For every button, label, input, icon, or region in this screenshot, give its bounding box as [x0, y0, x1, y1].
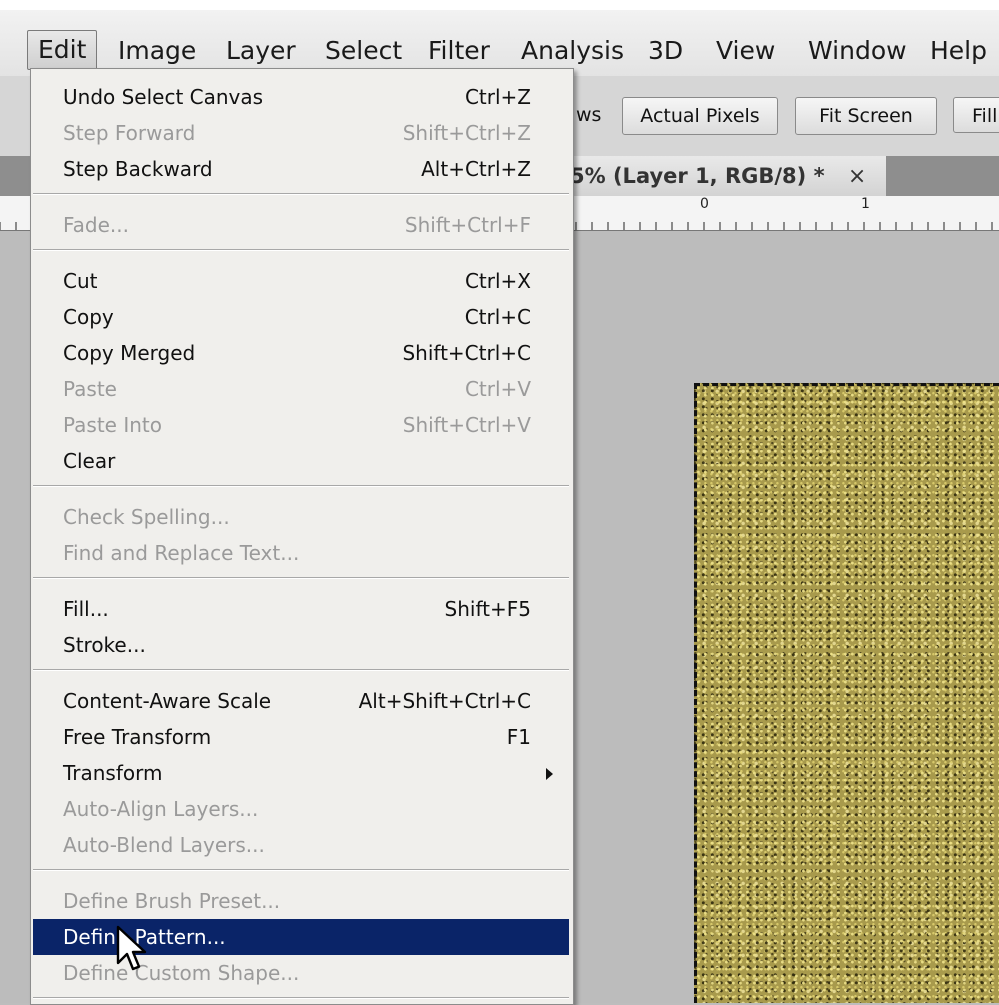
menu-filter[interactable]: Filter — [428, 36, 490, 66]
ruler-label-1: 1 — [861, 196, 870, 212]
menu-edit[interactable]: Edit — [27, 30, 98, 70]
menu-layer[interactable]: Layer — [226, 36, 296, 66]
menu-item-copy[interactable]: Copy Ctrl+C — [31, 299, 571, 335]
menu-item-free-transform[interactable]: Free Transform F1 — [31, 719, 571, 755]
menu-separator — [33, 577, 569, 579]
menu-item-auto-align-layers: Auto-Align Layers... — [63, 797, 259, 821]
menu-3d[interactable]: 3D — [648, 36, 683, 66]
menu-separator — [33, 193, 569, 195]
menu-view[interactable]: View — [716, 36, 775, 66]
menu-item-step-forward: Step Forward Shift+Ctrl+Z — [63, 121, 531, 145]
menu-item-auto-blend-layers: Auto-Blend Layers... — [63, 833, 265, 857]
mouse-pointer-icon — [116, 925, 147, 971]
menu-image[interactable]: Image — [118, 36, 196, 66]
menu-item-fill[interactable]: Fill... Shift+F5 — [31, 591, 571, 627]
fill-screen-button[interactable]: Fill — [953, 97, 999, 133]
gold-texture-selection[interactable] — [694, 383, 999, 1003]
menu-item-find-replace-text: Find and Replace Text... — [63, 541, 300, 565]
edit-menu-dropdown: Undo Select Canvas Ctrl+Z Step Forward Shi… — [30, 68, 574, 1005]
document-tab-title: 5% (Layer 1, RGB/8) * — [570, 164, 825, 188]
menu-item-paste-into: Paste Into Shift+Ctrl+V — [63, 413, 531, 437]
actual-pixels-button[interactable]: Actual Pixels — [622, 97, 778, 135]
menu-item-check-spelling: Check Spelling... — [63, 505, 230, 529]
menu-item-fade: Fade... Shift+Ctrl+F — [63, 213, 531, 237]
menu-item-cut[interactable]: Cut Ctrl+X — [31, 263, 571, 299]
menu-item-transform[interactable]: Transform — [31, 755, 571, 791]
menu-analysis[interactable]: Analysis — [521, 36, 624, 66]
ruler-label-0: 0 — [700, 196, 709, 212]
menu-bar: Edit Image Layer Select Filter Analysis … — [0, 0, 999, 76]
menu-separator — [33, 249, 569, 251]
menu-item-clear[interactable]: Clear — [31, 443, 571, 479]
menu-item-undo-select-canvas[interactable]: Undo Select Canvas Ctrl+Z — [31, 79, 571, 115]
menu-item-content-aware-scale[interactable]: Content-Aware Scale Alt+Shift+Ctrl+C — [31, 683, 571, 719]
menu-item-paste: Paste Ctrl+V — [63, 377, 531, 401]
menu-separator — [33, 485, 569, 487]
options-partial-label: ws — [576, 104, 602, 126]
menu-separator — [33, 669, 569, 671]
menu-select[interactable]: Select — [325, 36, 402, 66]
menu-item-step-backward[interactable]: Step Backward Alt+Ctrl+Z — [31, 151, 571, 187]
menu-item-define-brush-preset: Define Brush Preset... — [63, 889, 281, 913]
menu-help[interactable]: Help — [930, 36, 987, 66]
fit-screen-button[interactable]: Fit Screen — [795, 97, 937, 135]
menu-item-define-pattern[interactable]: Define Pattern... — [33, 919, 569, 955]
close-icon[interactable]: × — [848, 164, 866, 189]
menu-item-copy-merged[interactable]: Copy Merged Shift+Ctrl+C — [31, 335, 571, 371]
menu-separator — [33, 869, 569, 871]
menu-item-define-custom-shape: Define Custom Shape... — [63, 961, 300, 985]
menu-separator — [33, 997, 569, 999]
document-tab[interactable]: 5% (Layer 1, RGB/8) * × — [560, 156, 886, 196]
chevron-right-icon — [546, 768, 553, 780]
menu-window[interactable]: Window — [808, 36, 907, 66]
menu-item-stroke[interactable]: Stroke... — [31, 627, 571, 663]
